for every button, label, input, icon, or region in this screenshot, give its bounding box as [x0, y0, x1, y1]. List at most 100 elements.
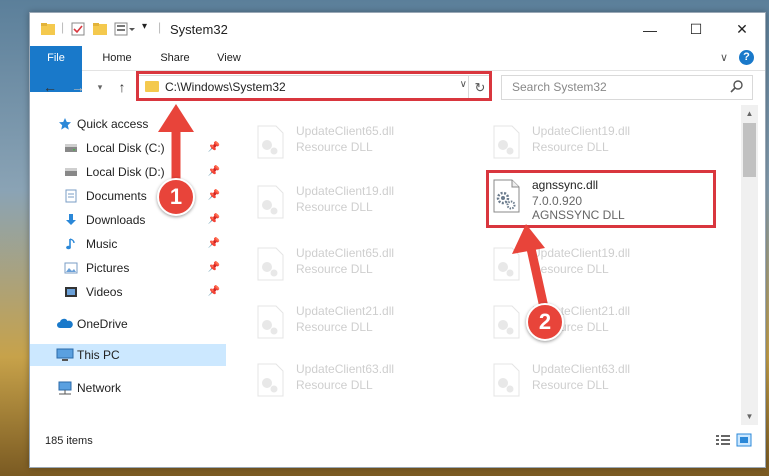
scroll-up-icon[interactable]: ▲ [741, 105, 758, 122]
pictures-icon [64, 262, 78, 274]
star-icon [59, 118, 71, 130]
recent-chevron-icon[interactable]: ▾ [90, 77, 110, 97]
sidebar-item-onedrive[interactable]: OneDrive [30, 313, 226, 335]
pin-icon[interactable]: 📌 [208, 262, 220, 273]
dll-file-icon [493, 363, 520, 397]
file-name: UpdateClient19.dll [532, 246, 631, 260]
dll-file-icon [493, 305, 520, 339]
search-placeholder: Search System32 [512, 80, 607, 94]
network-icon [58, 381, 72, 395]
sidebar-item-local-disk-c[interactable]: Local Disk (C:) 📌 [30, 137, 226, 159]
sidebar-item-music[interactable]: Music 📌 [30, 233, 226, 255]
scroll-thumb[interactable] [743, 123, 756, 177]
downloads-icon [66, 214, 76, 225]
forward-arrow-icon[interactable]: → [68, 77, 88, 97]
scroll-down-icon[interactable]: ▼ [741, 408, 758, 425]
sidebar-item-label: OneDrive [77, 317, 128, 331]
sidebar-item-label: Quick access [77, 117, 149, 131]
sidebar-item-network[interactable]: Network [30, 377, 226, 399]
dll-file-icon [257, 185, 284, 219]
sidebar-item-local-disk-d[interactable]: Local Disk (D:) 📌 [30, 161, 226, 183]
window-title: System32 [170, 22, 228, 37]
list-item[interactable]: UpdateClient65.dll Resource DLL [256, 121, 486, 167]
file-type: Resource DLL [532, 262, 609, 276]
sidebar-item-documents[interactable]: Documents 📌 [30, 185, 226, 207]
close-button[interactable]: ✕ [719, 13, 765, 46]
minimize-button[interactable]: — [627, 13, 673, 46]
onedrive-icon [57, 318, 73, 328]
sidebar-item-downloads[interactable]: Downloads 📌 [30, 209, 226, 231]
ribbon-collapse-icon[interactable]: ∨ [714, 46, 734, 70]
customize-toolbar-icon[interactable] [114, 21, 136, 37]
back-arrow-icon[interactable]: ← [40, 77, 60, 97]
item-count: 185 items [45, 435, 93, 447]
file-type: Resource DLL [532, 140, 609, 154]
tab-share[interactable]: Share [148, 46, 202, 70]
file-list: UpdateClient65.dll Resource DLL UpdateCl… [226, 105, 741, 425]
large-icons-view-icon[interactable] [736, 433, 752, 447]
documents-icon [65, 189, 77, 203]
ribbon-tabs: File Home Share View ∨ ? [30, 46, 765, 92]
dll-file-icon [257, 247, 284, 281]
file-type: Resource DLL [296, 200, 373, 214]
details-view-icon[interactable] [715, 433, 731, 447]
file-highlight-box [486, 170, 716, 228]
pin-icon[interactable]: 📌 [208, 286, 220, 297]
pin-icon[interactable]: 📌 [208, 142, 220, 153]
file-type: Resource DLL [532, 378, 609, 392]
list-item[interactable]: UpdateClient19.dll Resource DLL [492, 243, 722, 289]
address-highlight-box [136, 71, 492, 101]
list-item[interactable]: UpdateClient65.dll Resource DLL [256, 243, 486, 289]
pin-icon[interactable]: 📌 [208, 238, 220, 249]
file-type: Resource DLL [296, 320, 373, 334]
title-separator: | [61, 20, 65, 34]
pin-icon[interactable]: 📌 [208, 166, 220, 177]
file-name: UpdateClient21.dll [296, 304, 395, 318]
vertical-scrollbar[interactable]: ▲ ▼ [741, 105, 758, 425]
file-name: UpdateClient63.dll [532, 362, 631, 376]
search-input[interactable]: Search System32 [501, 75, 753, 100]
dll-file-icon [257, 305, 284, 339]
sidebar-item-this-pc[interactable]: This PC [30, 344, 226, 366]
sidebar-item-videos[interactable]: Videos 📌 [30, 281, 226, 303]
tab-home[interactable]: Home [90, 46, 144, 70]
music-icon [66, 238, 75, 250]
pin-icon[interactable]: 📌 [208, 190, 220, 201]
search-icon [730, 80, 743, 93]
list-item[interactable]: UpdateClient21.dll Resource DLL [256, 301, 486, 347]
list-item[interactable]: UpdateClient63.dll Resource DLL [256, 359, 486, 405]
file-type: Resource DLL [296, 378, 373, 392]
pin-icon[interactable]: 📌 [208, 214, 220, 225]
dll-file-icon [257, 125, 284, 159]
status-bar: 185 items [30, 425, 765, 465]
properties-icon[interactable] [70, 21, 86, 37]
folder-icon [41, 23, 55, 35]
new-folder-icon[interactable] [92, 21, 108, 37]
maximize-button[interactable]: ☐ [673, 13, 719, 46]
help-icon[interactable]: ? [739, 50, 754, 65]
dll-file-icon [493, 247, 520, 281]
sidebar-item-label: Music [86, 237, 118, 251]
navigation-pane: Quick access Local Disk (C:) 📌 Local Dis… [30, 105, 226, 445]
list-item[interactable]: UpdateClient19.dll Resource DLL [256, 181, 486, 227]
sidebar-item-label: Downloads [86, 213, 146, 227]
up-arrow-icon[interactable]: ↑ [112, 77, 132, 97]
sidebar-item-quick-access[interactable]: Quick access [30, 113, 226, 135]
file-type: Resource DLL [296, 262, 373, 276]
file-type: Resource DLL [296, 140, 373, 154]
sidebar-item-label: Documents [86, 189, 147, 203]
sidebar-item-label: Local Disk (C:) [86, 141, 165, 155]
sidebar-item-pictures[interactable]: Pictures 📌 [30, 257, 226, 279]
tab-view[interactable]: View [206, 46, 252, 70]
sidebar-item-label: This PC [77, 348, 120, 362]
list-item[interactable]: UpdateClient63.dll Resource DLL [492, 359, 722, 405]
file-name: UpdateClient19.dll [296, 184, 395, 198]
sidebar-item-label: Local Disk (D:) [86, 165, 165, 179]
title-bar: | ▾ | System32 — ☐ ✕ [30, 13, 765, 46]
dll-file-icon [257, 363, 284, 397]
drive-icon [65, 168, 77, 176]
list-item[interactable]: UpdateClient19.dll Resource DLL [492, 121, 722, 167]
pc-icon [56, 348, 74, 361]
file-name: UpdateClient19.dll [532, 124, 631, 138]
chevron-down-icon[interactable]: ▾ [142, 21, 147, 32]
